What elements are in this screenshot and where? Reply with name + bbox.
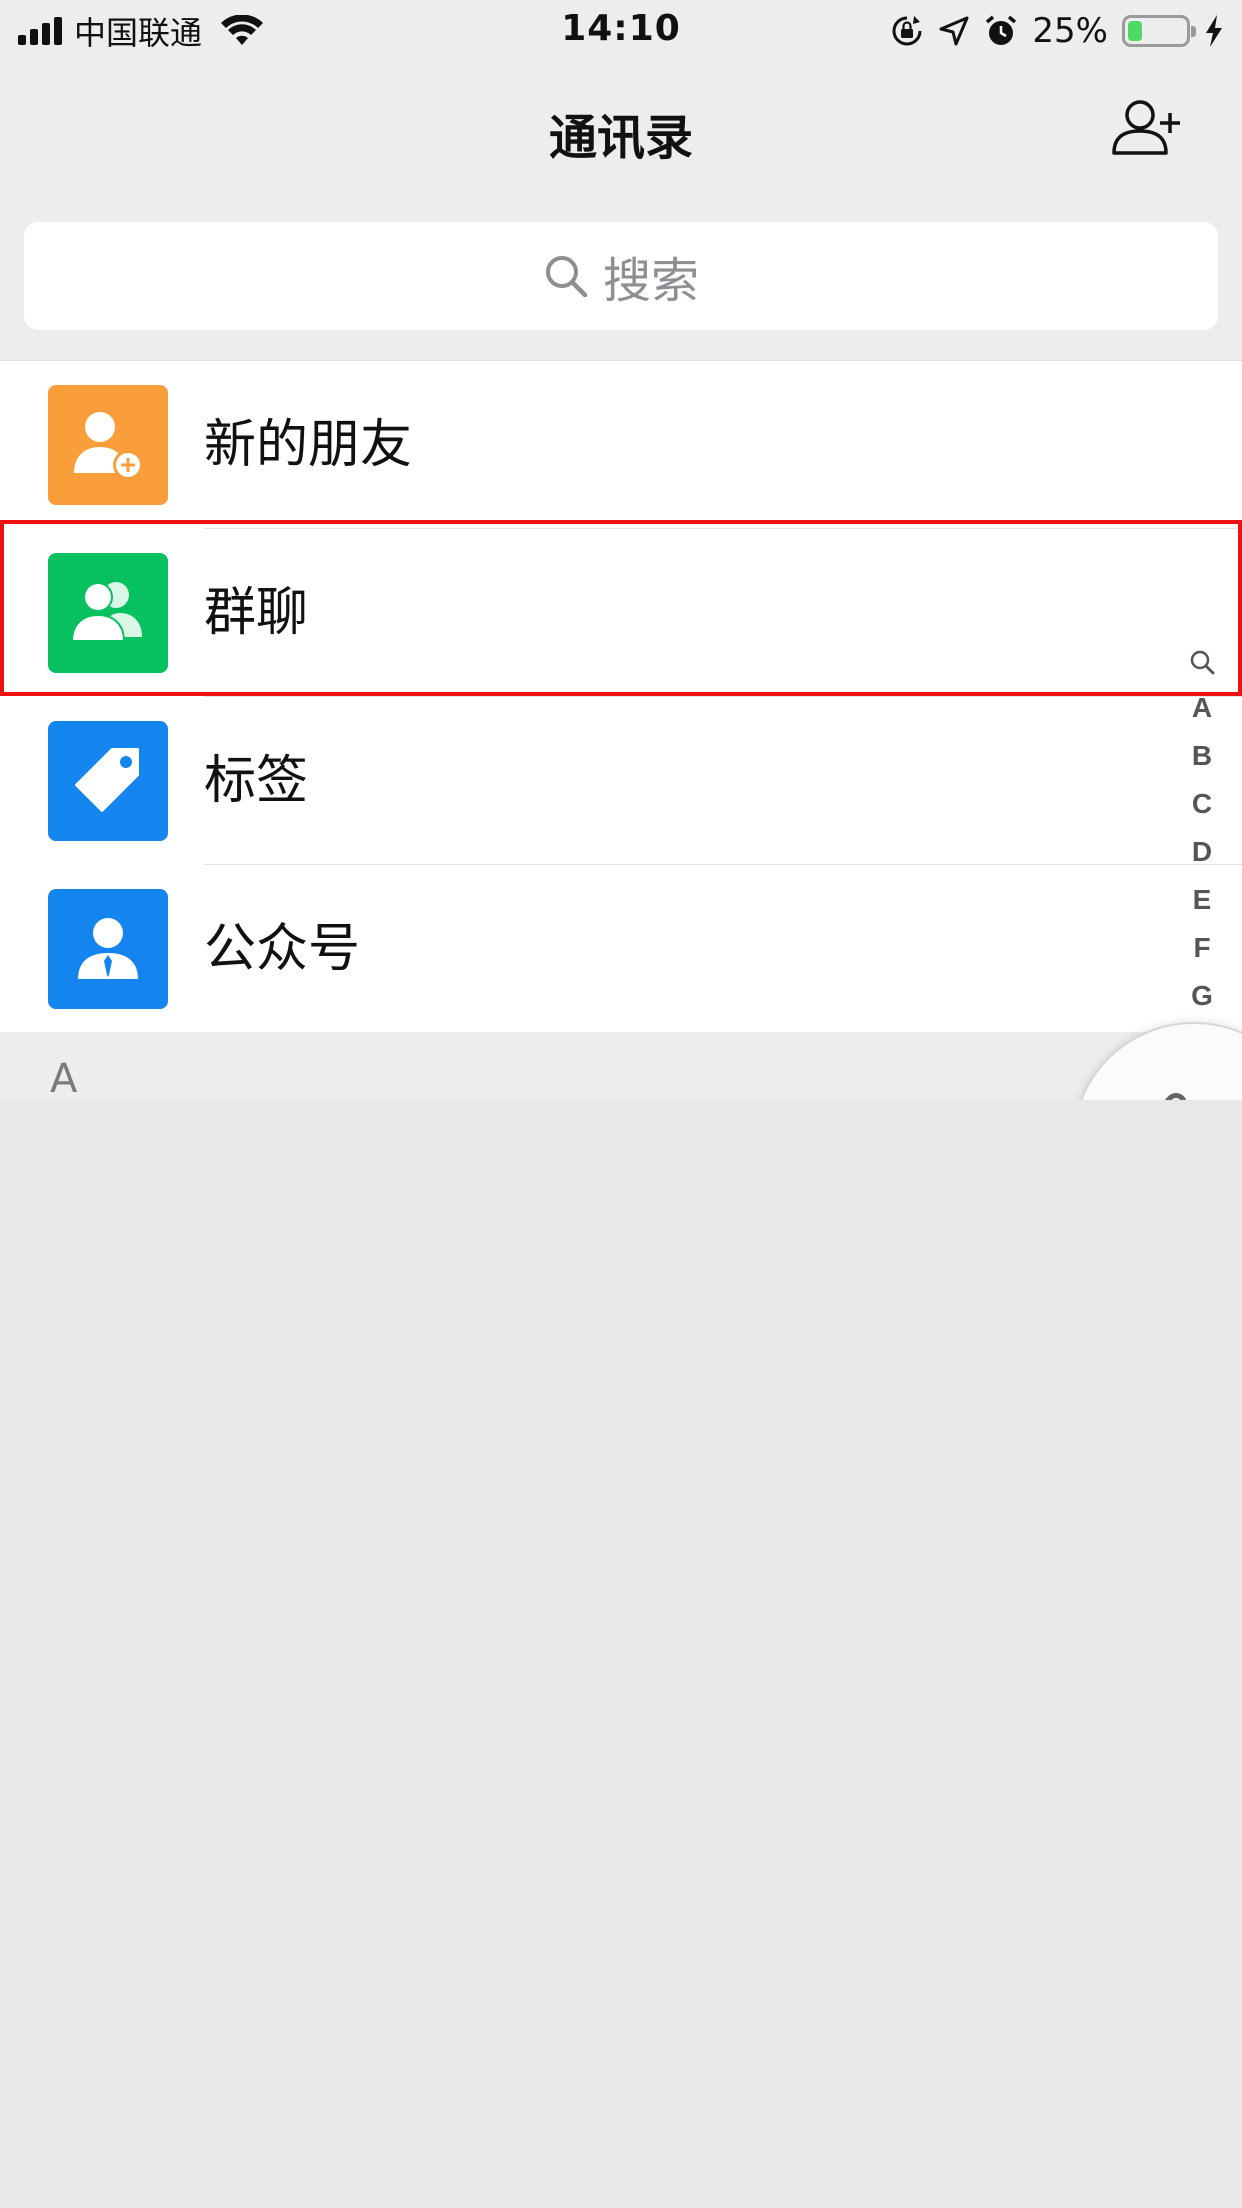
list-item-label: 公众号: [204, 919, 361, 979]
list-item-tags[interactable]: 标签: [0, 697, 1242, 865]
status-right: 25%: [890, 10, 1224, 52]
search-placeholder: 搜索: [602, 253, 699, 309]
new-friend-icon: [48, 385, 168, 505]
location-icon: [939, 16, 969, 46]
add-contact-button[interactable]: [1110, 92, 1182, 162]
battery-icon: [1122, 15, 1196, 47]
status-bar: 中国联通 14:10 25%: [0, 0, 1242, 62]
floating-window-button[interactable]: [1072, 1022, 1242, 1100]
list-item-label: 群聊: [204, 583, 309, 643]
charging-icon: [1206, 15, 1222, 47]
list-item-official-accounts[interactable]: 公众号: [0, 865, 1242, 1033]
index-search-icon[interactable]: [1187, 640, 1217, 684]
search-input[interactable]: 搜索: [24, 222, 1218, 330]
section-header: A: [50, 1056, 78, 1100]
nav-bar: 通讯录: [0, 62, 1242, 194]
list-item-group-chat[interactable]: 群聊: [0, 529, 1242, 697]
paperclip-icon: [1164, 1093, 1187, 1100]
index-letter-g[interactable]: G: [1191, 972, 1213, 1020]
alarm-icon: [986, 15, 1017, 45]
function-list: 新的朋友 群聊 标签 公众号: [0, 360, 1242, 1032]
tag-icon: [48, 721, 168, 841]
battery-percent: 25%: [1032, 11, 1108, 51]
battery-fill: [1128, 21, 1142, 41]
group-chat-icon: [48, 553, 168, 673]
index-letter-c[interactable]: C: [1192, 780, 1212, 828]
rotation-lock-icon: [892, 16, 922, 46]
search-icon: [545, 256, 588, 298]
index-letter-e[interactable]: E: [1193, 876, 1212, 924]
list-item-new-friends[interactable]: 新的朋友: [0, 361, 1242, 529]
index-letter-b[interactable]: B: [1192, 732, 1212, 780]
index-letter-f[interactable]: F: [1193, 924, 1210, 972]
alphabet-index-bar[interactable]: A B C D E F G: [1180, 640, 1224, 1020]
list-item-label: 新的朋友: [204, 415, 413, 475]
list-item-label: 标签: [204, 751, 309, 811]
index-letter-a[interactable]: A: [1192, 684, 1212, 732]
index-letter-d[interactable]: D: [1192, 828, 1212, 876]
add-contact-icon: [1112, 100, 1180, 155]
contacts-screen: 中国联通 14:10 25% 通讯录 搜索 新的朋友 群聊 标签 公众号 A A…: [0, 0, 1242, 1100]
official-account-icon: [48, 889, 168, 1009]
page-title: 通讯录: [548, 110, 693, 166]
